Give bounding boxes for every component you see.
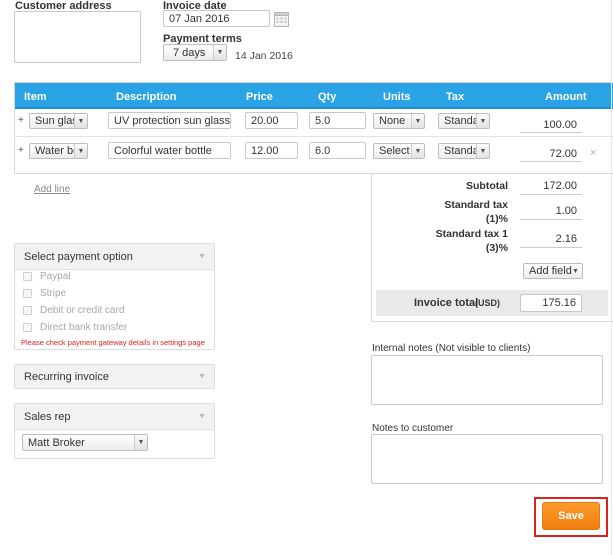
price-input[interactable]: 12.00 (245, 142, 298, 159)
payment-option-panel: Select payment option Paypal Stripe Debi… (14, 243, 215, 350)
tax2-label: Standard tax 1 (3)% (400, 228, 508, 254)
chevron-down-icon (199, 254, 205, 258)
tax-select-value: Standa (444, 115, 479, 127)
chevron-down-icon: ▼ (74, 144, 87, 158)
payment-warning: Please check payment gateway details in … (21, 338, 205, 347)
payment-option-bank[interactable]: Direct bank transfer (23, 322, 127, 333)
tax1-label: Standard tax (1)% (400, 199, 508, 225)
tax2-label-name: Standard tax 1 (435, 228, 508, 240)
units-select[interactable]: Select ▼ (373, 143, 425, 159)
sales-rep-value: Matt Broker (28, 436, 85, 449)
qty-input[interactable]: 6.0 (309, 142, 366, 159)
recurring-invoice-panel[interactable]: Recurring invoice (14, 364, 215, 389)
price-input[interactable]: 20.00 (245, 112, 298, 129)
payment-option-label: Paypal (40, 271, 71, 282)
customer-address-field[interactable] (14, 11, 141, 63)
tax2-label-rate: (3)% (485, 242, 508, 254)
qty-input[interactable]: 5.0 (309, 112, 366, 129)
sales-rep-header[interactable]: Sales rep (15, 404, 214, 430)
payment-terms-select[interactable]: 7 days ▼ (163, 44, 227, 61)
due-date-text: 14 Jan 2016 (235, 50, 293, 62)
chevron-down-icon: ▼ (572, 267, 579, 275)
internal-notes-field[interactable] (371, 355, 603, 405)
chevron-down-icon: ▼ (411, 114, 424, 128)
tax-select[interactable]: Standa ▼ (438, 143, 490, 159)
customer-notes-label: Notes to customer (372, 423, 454, 434)
tax-select-value: Standa (444, 145, 479, 157)
chevron-down-icon: ▼ (134, 435, 147, 450)
chevron-down-icon: ▼ (476, 144, 489, 158)
payment-option-paypal[interactable]: Paypal (23, 271, 71, 282)
sales-rep-panel: Sales rep Matt Broker ▼ (14, 403, 215, 459)
payment-terms-value: 7 days (173, 46, 206, 59)
tax-select[interactable]: Standa ▼ (438, 113, 490, 129)
payment-option-stripe[interactable]: Stripe (23, 288, 66, 299)
checkbox[interactable] (23, 306, 32, 315)
table-header: Item Description Price Qty Units Tax Amo… (15, 83, 613, 107)
tax1-value: 1.00 (520, 203, 582, 220)
plus-icon[interactable]: + (18, 115, 24, 126)
tax1-label-rate: (1)% (485, 213, 508, 225)
payment-option-card[interactable]: Debit or credit card (23, 305, 124, 316)
description-input[interactable]: UV protection sun glasses (108, 112, 231, 129)
chevron-down-icon: ▼ (74, 114, 87, 128)
chevron-down-icon (199, 374, 205, 378)
checkbox[interactable] (23, 289, 32, 298)
recurring-invoice-title: Recurring invoice (24, 370, 109, 383)
payment-option-label: Direct bank transfer (40, 322, 128, 333)
payment-option-label: Debit or credit card (40, 305, 125, 316)
item-select[interactable]: Water bot ▼ (29, 143, 88, 159)
recurring-invoice-header[interactable]: Recurring invoice (15, 365, 214, 388)
payment-option-header[interactable]: Select payment option (15, 244, 214, 270)
tax1-label-name: Standard tax (444, 199, 508, 211)
internal-notes-label: Internal notes (Not visible to clients) (372, 343, 531, 354)
page-edge (611, 0, 612, 555)
chevron-down-icon: ▼ (476, 114, 489, 128)
chevron-down-icon: ▼ (411, 144, 424, 158)
calendar-icon[interactable] (274, 11, 289, 27)
invoice-total-currency: (USD) (475, 298, 500, 308)
close-icon[interactable]: × (590, 147, 596, 159)
payment-option-label: Stripe (40, 288, 67, 299)
units-select[interactable]: None ▼ (373, 113, 425, 129)
subtotal-value: 172.00 (520, 178, 582, 195)
customer-notes-field[interactable] (371, 434, 603, 484)
chevron-down-icon: ▼ (213, 45, 226, 60)
amount-field[interactable]: 100.00 (520, 117, 582, 133)
invoice-total-value: 175.16 (520, 294, 582, 312)
header-amount: Amount (545, 91, 587, 103)
sales-rep-select[interactable]: Matt Broker ▼ (22, 434, 148, 451)
add-field-button[interactable]: Add field ▼ (523, 263, 583, 279)
checkbox[interactable] (23, 323, 32, 332)
amount-field[interactable]: 72.00 (520, 146, 582, 162)
save-button[interactable]: Save (542, 502, 600, 530)
header-qty: Qty (318, 91, 337, 103)
plus-icon[interactable]: + (18, 145, 24, 156)
header-price: Price (246, 91, 273, 103)
sales-rep-title: Sales rep (24, 410, 71, 423)
header-tax: Tax (446, 91, 465, 103)
description-input[interactable]: Colorful water bottle (108, 142, 231, 159)
invoice-total-label: Invoice total (414, 297, 479, 309)
tax2-value: 2.16 (520, 231, 582, 248)
add-field-label: Add field (529, 265, 572, 277)
subtotal-label: Subtotal (466, 180, 508, 192)
item-select[interactable]: Sun glass ▼ (29, 113, 88, 129)
header-units: Units (383, 91, 411, 103)
header-description: Description (116, 91, 177, 103)
payment-option-title: Select payment option (24, 250, 133, 263)
header-item: Item (24, 91, 47, 103)
units-select-value: None (379, 115, 406, 127)
units-select-value: Select (379, 145, 410, 157)
checkbox[interactable] (23, 272, 32, 281)
chevron-down-icon (199, 414, 205, 418)
invoice-date-input[interactable]: 07 Jan 2016 (163, 10, 270, 27)
add-line-link[interactable]: Add line (34, 184, 70, 195)
